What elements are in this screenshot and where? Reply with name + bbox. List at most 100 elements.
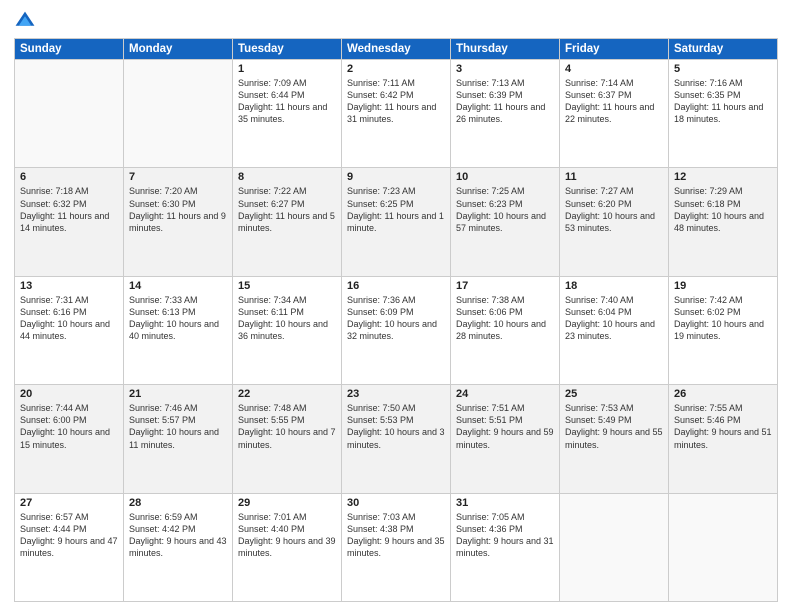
day-number: 6 [20, 171, 118, 183]
calendar-cell: 31Sunrise: 7:05 AMSunset: 4:36 PMDayligh… [451, 493, 560, 601]
day-info: Sunrise: 7:38 AMSunset: 6:06 PMDaylight:… [456, 294, 554, 343]
calendar-cell: 25 Sunrise: 7:53 AMSunset: 5:49 PMDayligh… [560, 385, 669, 493]
calendar-cell: 1 Sunrise: 7:09 AMSunset: 6:44 PMDaylight… [233, 60, 342, 168]
weekday-header: Wednesday [342, 39, 451, 60]
day-number: 5 [674, 63, 772, 75]
day-number: 16 [347, 280, 445, 292]
calendar-cell: 16 Sunrise: 7:36 AMSunset: 6:09 PMDayligh… [342, 276, 451, 384]
day-info: Sunrise: 7:40 AMSunset: 6:04 PMDaylight:… [565, 294, 663, 343]
day-number: 15 [238, 280, 336, 292]
calendar-cell: 23 Sunrise: 7:50 AMSunset: 5:53 PMDayligh… [342, 385, 451, 493]
day-number: 30 [347, 497, 445, 509]
calendar-row: 27 Sunrise: 6:57 AMSunset: 4:44 PMDayligh… [15, 493, 778, 601]
day-info: Sunrise: 7:22 AMSunset: 6:27 PMDaylight:… [238, 185, 336, 234]
day-number: 13 [20, 280, 118, 292]
header [14, 10, 778, 32]
calendar-cell: 26 Sunrise: 7:55 AMSunset: 5:46 PMDayligh… [669, 385, 778, 493]
calendar-cell: 14Sunrise: 7:33 AMSunset: 6:13 PMDayligh… [124, 276, 233, 384]
day-info: Sunrise: 6:59 AMSunset: 4:42 PMDaylight:… [129, 511, 227, 560]
weekday-header: Thursday [451, 39, 560, 60]
day-info: Sunrise: 7:53 AMSunset: 5:49 PMDaylight:… [565, 402, 663, 451]
calendar-cell: 21 Sunrise: 7:46 AMSunset: 5:57 PMDayligh… [124, 385, 233, 493]
day-number: 14 [129, 280, 227, 292]
calendar-cell: 10 Sunrise: 7:25 AMSunset: 6:23 PMDayligh… [451, 168, 560, 276]
day-info: Sunrise: 7:34 AMSunset: 6:11 PMDaylight:… [238, 294, 336, 343]
calendar-cell: 6Sunrise: 7:18 AMSunset: 6:32 PMDaylight… [15, 168, 124, 276]
calendar-cell: 20 Sunrise: 7:44 AMSunset: 6:00 PMDayligh… [15, 385, 124, 493]
calendar-cell: 19 Sunrise: 7:42 AMSunset: 6:02 PMDayligh… [669, 276, 778, 384]
calendar-row: 6Sunrise: 7:18 AMSunset: 6:32 PMDaylight… [15, 168, 778, 276]
day-number: 3 [456, 63, 554, 75]
calendar-cell: 18 Sunrise: 7:40 AMSunset: 6:04 PMDayligh… [560, 276, 669, 384]
day-number: 23 [347, 388, 445, 400]
day-info: Sunrise: 7:50 AMSunset: 5:53 PMDaylight:… [347, 402, 445, 451]
day-number: 29 [238, 497, 336, 509]
day-info: Sunrise: 7:42 AMSunset: 6:02 PMDaylight:… [674, 294, 772, 343]
calendar-cell [560, 493, 669, 601]
day-number: 10 [456, 171, 554, 183]
calendar-cell: 8 Sunrise: 7:22 AMSunset: 6:27 PMDaylight… [233, 168, 342, 276]
day-info: Sunrise: 7:09 AMSunset: 6:44 PMDaylight:… [238, 77, 336, 126]
day-number: 21 [129, 388, 227, 400]
day-info: Sunrise: 7:03 AMSunset: 4:38 PMDaylight:… [347, 511, 445, 560]
day-number: 20 [20, 388, 118, 400]
day-number: 28 [129, 497, 227, 509]
day-info: Sunrise: 7:27 AMSunset: 6:20 PMDaylight:… [565, 185, 663, 234]
day-info: Sunrise: 7:20 AMSunset: 6:30 PMDaylight:… [129, 185, 227, 234]
calendar-cell: 30 Sunrise: 7:03 AMSunset: 4:38 PMDayligh… [342, 493, 451, 601]
calendar-row: 13Sunrise: 7:31 AMSunset: 6:16 PMDayligh… [15, 276, 778, 384]
weekday-header: Saturday [669, 39, 778, 60]
weekday-header: Tuesday [233, 39, 342, 60]
calendar-header-row: SundayMondayTuesdayWednesdayThursdayFrid… [15, 39, 778, 60]
day-number: 26 [674, 388, 772, 400]
day-info: Sunrise: 7:01 AMSunset: 4:40 PMDaylight:… [238, 511, 336, 560]
logo-icon [14, 10, 36, 32]
day-info: Sunrise: 7:51 AMSunset: 5:51 PMDaylight:… [456, 402, 554, 451]
logo [14, 10, 38, 32]
day-number: 7 [129, 171, 227, 183]
day-info: Sunrise: 7:36 AMSunset: 6:09 PMDaylight:… [347, 294, 445, 343]
calendar-cell: 24 Sunrise: 7:51 AMSunset: 5:51 PMDayligh… [451, 385, 560, 493]
day-info: Sunrise: 7:16 AMSunset: 6:35 PMDaylight:… [674, 77, 772, 126]
day-info: Sunrise: 7:29 AMSunset: 6:18 PMDaylight:… [674, 185, 772, 234]
calendar-cell: 5 Sunrise: 7:16 AMSunset: 6:35 PMDaylight… [669, 60, 778, 168]
day-number: 9 [347, 171, 445, 183]
day-number: 31 [456, 497, 554, 509]
day-info: Sunrise: 7:46 AMSunset: 5:57 PMDaylight:… [129, 402, 227, 451]
day-info: Sunrise: 7:14 AMSunset: 6:37 PMDaylight:… [565, 77, 663, 126]
day-number: 8 [238, 171, 336, 183]
day-number: 27 [20, 497, 118, 509]
day-info: Sunrise: 7:48 AMSunset: 5:55 PMDaylight:… [238, 402, 336, 451]
calendar-cell: 9 Sunrise: 7:23 AMSunset: 6:25 PMDaylight… [342, 168, 451, 276]
calendar-cell [124, 60, 233, 168]
calendar-row: 1 Sunrise: 7:09 AMSunset: 6:44 PMDaylight… [15, 60, 778, 168]
calendar-cell: 2 Sunrise: 7:11 AMSunset: 6:42 PMDaylight… [342, 60, 451, 168]
day-number: 24 [456, 388, 554, 400]
day-info: Sunrise: 7:44 AMSunset: 6:00 PMDaylight:… [20, 402, 118, 451]
calendar-cell: 11 Sunrise: 7:27 AMSunset: 6:20 PMDayligh… [560, 168, 669, 276]
day-number: 17 [456, 280, 554, 292]
day-info: Sunrise: 7:25 AMSunset: 6:23 PMDaylight:… [456, 185, 554, 234]
calendar-cell: 29 Sunrise: 7:01 AMSunset: 4:40 PMDayligh… [233, 493, 342, 601]
day-info: Sunrise: 6:57 AMSunset: 4:44 PMDaylight:… [20, 511, 118, 560]
day-info: Sunrise: 7:55 AMSunset: 5:46 PMDaylight:… [674, 402, 772, 451]
day-number: 1 [238, 63, 336, 75]
calendar-cell [15, 60, 124, 168]
day-number: 25 [565, 388, 663, 400]
day-info: Sunrise: 7:23 AMSunset: 6:25 PMDaylight:… [347, 185, 445, 234]
day-number: 19 [674, 280, 772, 292]
calendar-cell: 12Sunrise: 7:29 AMSunset: 6:18 PMDayligh… [669, 168, 778, 276]
day-number: 11 [565, 171, 663, 183]
day-number: 18 [565, 280, 663, 292]
calendar-cell: 13Sunrise: 7:31 AMSunset: 6:16 PMDayligh… [15, 276, 124, 384]
calendar-cell [669, 493, 778, 601]
calendar-table: SundayMondayTuesdayWednesdayThursdayFrid… [14, 38, 778, 602]
day-number: 2 [347, 63, 445, 75]
day-info: Sunrise: 7:11 AMSunset: 6:42 PMDaylight:… [347, 77, 445, 126]
weekday-header: Friday [560, 39, 669, 60]
day-info: Sunrise: 7:13 AMSunset: 6:39 PMDaylight:… [456, 77, 554, 126]
calendar-cell: 7 Sunrise: 7:20 AMSunset: 6:30 PMDaylight… [124, 168, 233, 276]
calendar-cell: 4Sunrise: 7:14 AMSunset: 6:37 PMDaylight… [560, 60, 669, 168]
day-number: 22 [238, 388, 336, 400]
calendar-cell: 17 Sunrise: 7:38 AMSunset: 6:06 PMDayligh… [451, 276, 560, 384]
